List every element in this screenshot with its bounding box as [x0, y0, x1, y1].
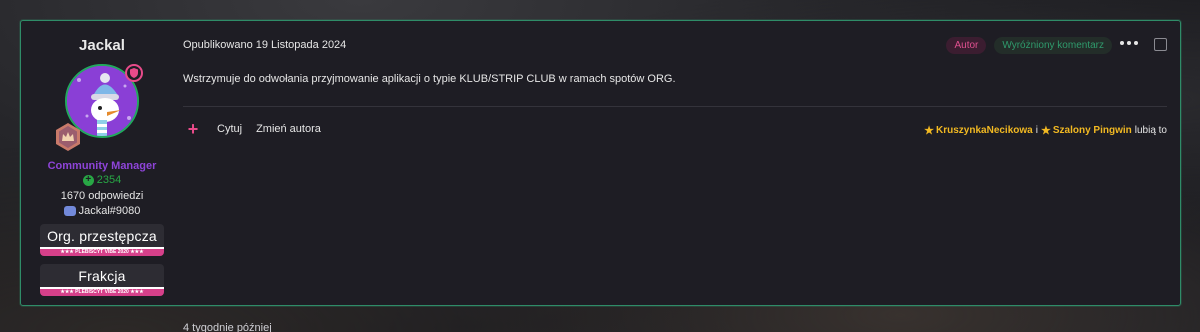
award-badge-org: Org. przestępcza ★★★ PLEBISCYT VIBE 2020…	[40, 224, 164, 256]
author-badge: Autor	[946, 37, 987, 54]
quote-button[interactable]: Cytuj	[217, 123, 242, 135]
award-badge-frakcja: Frakcja ★★★ PLEBISCYT VIBE 2020 ★★★	[40, 264, 164, 296]
discord-tag: Jackal#9080	[78, 205, 141, 217]
avatar-wrapper	[56, 64, 143, 151]
like-user-1-name: KruszynkaNecikowa	[936, 125, 1033, 136]
author-name[interactable]: Jackal	[79, 37, 125, 54]
star-icon: ★	[1040, 125, 1051, 137]
likes-suffix: lubią to	[1134, 125, 1167, 136]
more-options-icon[interactable]	[1120, 39, 1138, 47]
post-date[interactable]: Opublikowano 19 Listopada 2024	[183, 39, 346, 51]
award-strip: ★★★ PLEBISCYT VIBE 2020 ★★★	[40, 247, 164, 256]
time-gap-label: 4 tygodnie później	[183, 322, 272, 332]
discord-icon	[63, 206, 76, 216]
reputation: + 2354	[82, 174, 122, 186]
reply-count: 1670 odpowiedzi	[60, 190, 144, 202]
award-title: Frakcja	[78, 268, 126, 284]
award-strip: ★★★ PLEBISCYT VIBE 2020 ★★★	[40, 287, 164, 296]
post-body: Wstrzymuje do odwołania przyjmowanie apl…	[183, 73, 676, 85]
reputation-value: 2354	[96, 174, 122, 186]
divider	[183, 106, 1167, 107]
star-icon: ★	[924, 125, 935, 137]
post-actions: + Cytuj Zmień autora	[183, 119, 321, 139]
rank-badge-icon	[53, 122, 83, 152]
post-content: Opublikowano 19 Listopada 2024 Autor Wyr…	[183, 21, 1180, 305]
moderator-shield-icon	[125, 64, 143, 82]
post-card: Jackal Community Manager + 2354 1670 odp…	[20, 20, 1181, 306]
likes-separator: i	[1035, 125, 1038, 136]
author-panel: Jackal Community Manager + 2354 1670 odp…	[21, 21, 183, 305]
reputation-plus-icon: +	[82, 174, 94, 186]
award-title: Org. przestępcza	[47, 228, 157, 244]
change-author-button[interactable]: Zmień autora	[256, 123, 321, 135]
like-user-1[interactable]: ★ KruszynkaNecikowa	[924, 124, 1033, 137]
highlighted-comment-badge: Wyróżniony komentarz	[994, 37, 1112, 54]
add-reaction-button[interactable]: +	[183, 119, 203, 139]
select-post-checkbox[interactable]	[1154, 38, 1167, 51]
author-role: Community Manager	[47, 160, 157, 172]
like-user-2[interactable]: ★ Szalony Pingwin	[1041, 124, 1132, 137]
discord-handle: Jackal#9080	[63, 205, 141, 217]
like-user-2-name: Szalony Pingwin	[1052, 125, 1132, 136]
likes-summary: ★ KruszynkaNecikowa i ★ Szalony Pingwin …	[924, 124, 1167, 137]
post-badges: Autor Wyróżniony komentarz	[946, 37, 1112, 54]
